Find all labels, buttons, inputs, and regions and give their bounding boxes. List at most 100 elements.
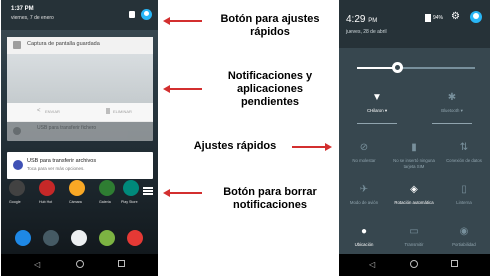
label-clear-button: Botón para borrar notificaciones [207, 186, 333, 212]
label-quick-settings: Ajustes rápidos [180, 140, 290, 153]
quick-settings-user-icon[interactable] [141, 9, 152, 20]
tile-location[interactable]: ● Ubicación [339, 226, 389, 248]
status-header: 1:37 PM viernes, 7 de enero [1, 0, 158, 30]
trash-icon [106, 108, 110, 114]
label-line: Ajustes rápidos [193, 140, 277, 152]
tile-label: Portiabilidad [452, 242, 476, 247]
arrow-icon [163, 85, 170, 93]
time-suffix: PM [368, 18, 378, 24]
tile-divider [432, 123, 472, 124]
tile-flashlight[interactable]: ▯ Linterna [439, 184, 489, 206]
app-icon[interactable] [123, 180, 139, 196]
tile-auto-rotate[interactable]: ◈ Rotación automática [389, 184, 439, 206]
quick-settings-panel: ▼ CHilaron ▾ ✱ Bluetooth ▾ ⊘ No molestar… [339, 48, 490, 254]
phone-icon[interactable] [15, 230, 31, 246]
tile-mobile-data[interactable]: ⇅ Conexión de datos [439, 142, 489, 164]
hotspot-icon: ◉ [459, 226, 469, 237]
dnd-icon: ⊘ [359, 142, 369, 153]
tile-label: Rotación automática [394, 200, 434, 205]
delete-button[interactable]: ELIMINAR [113, 109, 132, 114]
tile-airplane-mode[interactable]: ✈ Modo de avión [339, 184, 389, 206]
status-date: jueves, 28 de abril [346, 29, 387, 35]
home-icon[interactable] [76, 260, 84, 268]
bluetooth-icon: ✱ [447, 92, 457, 103]
label-line: Botón para borrar [223, 186, 317, 198]
notification-subtitle: Toca para ver más opciones. [27, 166, 85, 171]
tile-bluetooth[interactable]: ✱ Bluetooth ▾ [427, 92, 477, 114]
camera-icon[interactable] [43, 230, 59, 246]
user-icon[interactable] [470, 11, 482, 23]
messages-icon[interactable] [99, 230, 115, 246]
label-line: notificaciones [233, 199, 307, 211]
app-icon[interactable] [69, 180, 85, 196]
tile-wifi[interactable]: ▼ CHilaron ▾ [352, 92, 402, 114]
rotate-icon: ◈ [410, 184, 418, 195]
label-line: pendientes [240, 96, 300, 108]
usb-notification-faded[interactable]: USB para transferir fichero [7, 121, 153, 141]
arrow-icon [163, 189, 170, 197]
app-label: Play Store [121, 200, 138, 204]
screenshot-notification[interactable]: Captura de pantalla guardada < ENVIAR EL… [7, 37, 153, 122]
notification-text: USB para transferir fichero [37, 125, 97, 131]
app-label: Cámara [69, 200, 82, 204]
status-date: viernes, 7 de enero [11, 15, 54, 21]
arrow-line [170, 192, 202, 194]
app-label: Google [9, 200, 21, 204]
navigation-bar: ◁ [1, 254, 158, 276]
clear-all-icon[interactable] [143, 187, 153, 197]
tile-hotspot[interactable]: ◉ Portiabilidad [439, 226, 489, 248]
app-icon[interactable] [99, 180, 115, 196]
screenshot-preview [7, 54, 153, 103]
tile-do-not-disturb[interactable]: ⊘ No molestar [339, 142, 389, 164]
tile-label: No molestar [352, 158, 376, 163]
back-icon[interactable]: ◁ [369, 260, 375, 269]
app-icon[interactable] [9, 180, 25, 196]
arrow-line [170, 20, 202, 22]
arrow-line [292, 146, 326, 148]
flashlight-icon: ▯ [461, 184, 467, 195]
notification-title: Captura de pantalla guardada [27, 41, 100, 47]
usb-notification[interactable]: USB para transferir archivos Toca para v… [7, 152, 153, 179]
home-app-row: Google Hub Hot Cámara Galería Play Store [1, 180, 158, 215]
time-value: 4:29 [346, 14, 366, 25]
label-line: Botón para ajustes [220, 13, 320, 25]
location-icon: ● [360, 226, 368, 237]
label-line: aplicaciones [236, 83, 304, 95]
recents-icon[interactable] [451, 260, 458, 267]
tile-label: Modo de avión [349, 200, 379, 205]
battery-icon [425, 14, 431, 22]
label-line: rápidos [250, 26, 290, 38]
label-line: Notificaciones y [227, 70, 313, 82]
status-time: 1:37 PM [11, 6, 34, 12]
share-button[interactable]: ENVIAR [45, 109, 60, 114]
status-time: 4:29 PM [346, 14, 377, 25]
image-icon [13, 41, 21, 49]
tile-label: No se insertó ninguna tarjeta SIM [393, 158, 435, 169]
dock [1, 226, 158, 252]
data-icon: ⇅ [459, 142, 469, 153]
airplane-icon: ✈ [359, 184, 369, 195]
back-icon[interactable]: ◁ [34, 260, 40, 269]
battery-icon [129, 11, 135, 18]
apps-drawer-icon[interactable] [71, 230, 87, 246]
tile-label: Linterna [456, 200, 472, 205]
navigation-bar: ◁ [339, 254, 490, 276]
recents-icon[interactable] [118, 260, 125, 267]
gear-icon[interactable]: ⚙ [451, 11, 460, 22]
tile-sim[interactable]: ▮ No se insertó ninguna tarjeta SIM [389, 142, 439, 169]
home-icon[interactable] [410, 260, 418, 268]
battery-percent: 94% [433, 15, 444, 21]
tile-label: Bluetooth ▾ [441, 108, 463, 113]
usb-icon [13, 160, 23, 170]
label-quick-settings-button: Botón para ajustes rápidos [207, 13, 333, 39]
tile-label: CHilaron ▾ [366, 108, 388, 113]
brightness-slider-thumb[interactable] [391, 62, 403, 73]
tile-label: Ubicación [354, 242, 374, 247]
arrow-icon [163, 17, 170, 25]
tile-cast[interactable]: ▭ Transmitir [389, 226, 439, 248]
notification-header: Captura de pantalla guardada [7, 37, 153, 54]
screenshot-root: 1:37 PM viernes, 7 de enero Captura de p… [0, 0, 491, 276]
browser-icon[interactable] [127, 230, 143, 246]
quick-settings-header: 4:29 PM jueves, 28 de abril 94% ⚙ [339, 0, 490, 45]
app-icon[interactable] [39, 180, 55, 196]
